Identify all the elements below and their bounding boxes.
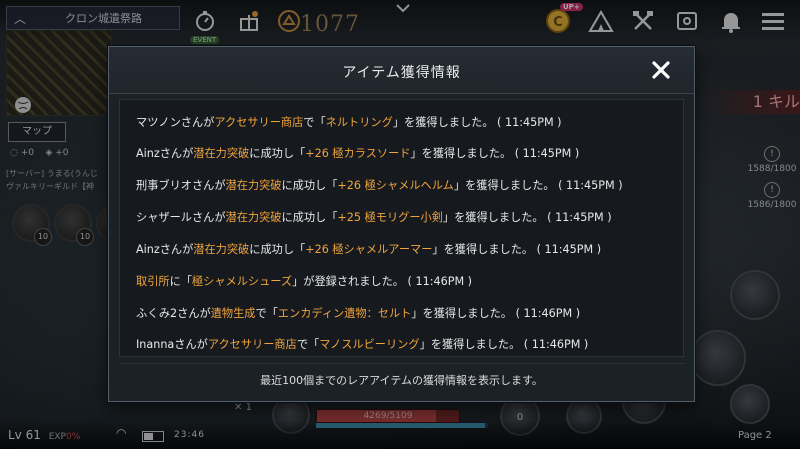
log-entry-text: に成功し「 xyxy=(281,179,338,192)
log-entry-source: 潜在力突破 xyxy=(193,243,250,256)
log-entry-item: +25 極モリグー小剣 xyxy=(337,211,443,224)
log-entry-text: で「 xyxy=(255,307,278,320)
footer-divider xyxy=(119,363,684,364)
log-entry: 刑事ブリオさんが潜在力突破に成功し「+26 極シャメルヘルム」を獲得しました。 … xyxy=(136,177,623,193)
log-entry: マツノンさんがアクセサリー商店で「ネルトリング」を獲得しました。 ( 11:45… xyxy=(136,114,562,130)
dialog-header: アイテム獲得情報 xyxy=(109,47,694,94)
log-entry-player: シャザールさんが xyxy=(136,211,226,224)
log-entry-text: に成功し「 xyxy=(249,243,306,256)
log-entry-source: 潜在力突破 xyxy=(225,211,282,224)
log-entry-text: 」を獲得しました。 ( 11:45PM ) xyxy=(432,243,602,256)
log-entry-text: に成功し「 xyxy=(249,147,306,160)
log-entry-player: Inannaさんが xyxy=(136,338,208,351)
log-entry-item: +26 極シャメルアーマー xyxy=(305,243,433,256)
log-entry-player: Ainzさんが xyxy=(136,147,194,160)
log-entry-player: ふくみ2さんが xyxy=(136,307,211,320)
log-entry-text: 」が登録されました。 ( 11:46PM ) xyxy=(292,275,473,288)
log-entry-source: 潜在力突破 xyxy=(225,179,282,192)
log-entry: Ainzさんが潜在力突破に成功し「+26 極カラスソード」を獲得しました。 ( … xyxy=(136,145,579,161)
log-entry-text: で「 xyxy=(303,116,326,129)
log-entry-text: 」を獲得しました。 ( 11:45PM ) xyxy=(410,147,580,160)
log-entry-source: 遺物生成 xyxy=(210,307,256,320)
dialog-title: アイテム獲得情報 xyxy=(342,65,461,81)
log-entry-player: マツノンさんが xyxy=(136,116,215,129)
log-entry-player: 刑事ブリオさんが xyxy=(136,179,226,192)
log-entry-item: +26 極シャメルヘルム xyxy=(337,179,454,192)
log-entry: 取引所に「極シャメルシューズ」が登録されました。 ( 11:46PM ) xyxy=(136,273,472,289)
item-acquisition-dialog: アイテム獲得情報 マツノンさんがアクセサリー商店で「ネルトリング」を獲得しました… xyxy=(108,46,695,402)
log-entry-text: 」を獲得しました。 ( 11:46PM ) xyxy=(411,307,581,320)
log-entry-item: 極シャメルシューズ xyxy=(191,275,293,288)
log-entry-item: ネルトリング xyxy=(325,116,393,129)
log-entry: シャザールさんが潜在力突破に成功し「+25 極モリグー小剣」を獲得しました。 (… xyxy=(136,209,612,225)
acquisition-log[interactable]: マツノンさんがアクセサリー商店で「ネルトリング」を獲得しました。 ( 11:45… xyxy=(119,99,684,357)
log-entry-source: アクセサリー商店 xyxy=(214,116,304,129)
log-entry-source: 取引所 xyxy=(136,275,170,288)
log-entry-item: マノスルビーリング xyxy=(319,338,420,351)
log-entry-text: で「 xyxy=(296,338,320,351)
log-entry-item: エンカディン遺物：セルト xyxy=(277,307,412,320)
log-entry: Inannaさんがアクセサリー商店で「マノスルビーリング」を獲得しました。 ( … xyxy=(136,336,588,352)
log-entry-text: に成功し「 xyxy=(281,211,338,224)
log-entry-text: 」を獲得しました。 ( 11:45PM ) xyxy=(453,179,623,192)
dialog-footer-note: 最近100個までのレアアイテムの獲得情報を表示します。 xyxy=(260,374,543,387)
log-entry-text: に「 xyxy=(169,275,192,288)
log-entry: ふくみ2さんが遺物生成で「エンカディン遺物：セルト」を獲得しました。 ( 11:… xyxy=(136,305,580,321)
log-entry-text: 」を獲得しました。 ( 11:45PM ) xyxy=(442,211,612,224)
log-entry-player: Ainzさんが xyxy=(136,243,194,256)
close-icon xyxy=(652,61,670,79)
close-button[interactable] xyxy=(648,57,674,83)
log-entry: Ainzさんが潜在力突破に成功し「+26 極シャメルアーマー」を獲得しました。 … xyxy=(136,241,601,257)
log-entry-item: +26 極カラスソード xyxy=(305,147,411,160)
log-entry-source: アクセサリー商店 xyxy=(207,338,297,351)
log-entry-text: 」を獲得しました。 ( 11:46PM ) xyxy=(419,338,589,351)
log-entry-source: 潜在力突破 xyxy=(193,147,250,160)
log-entry-text: 」を獲得しました。 ( 11:45PM ) xyxy=(392,116,562,129)
